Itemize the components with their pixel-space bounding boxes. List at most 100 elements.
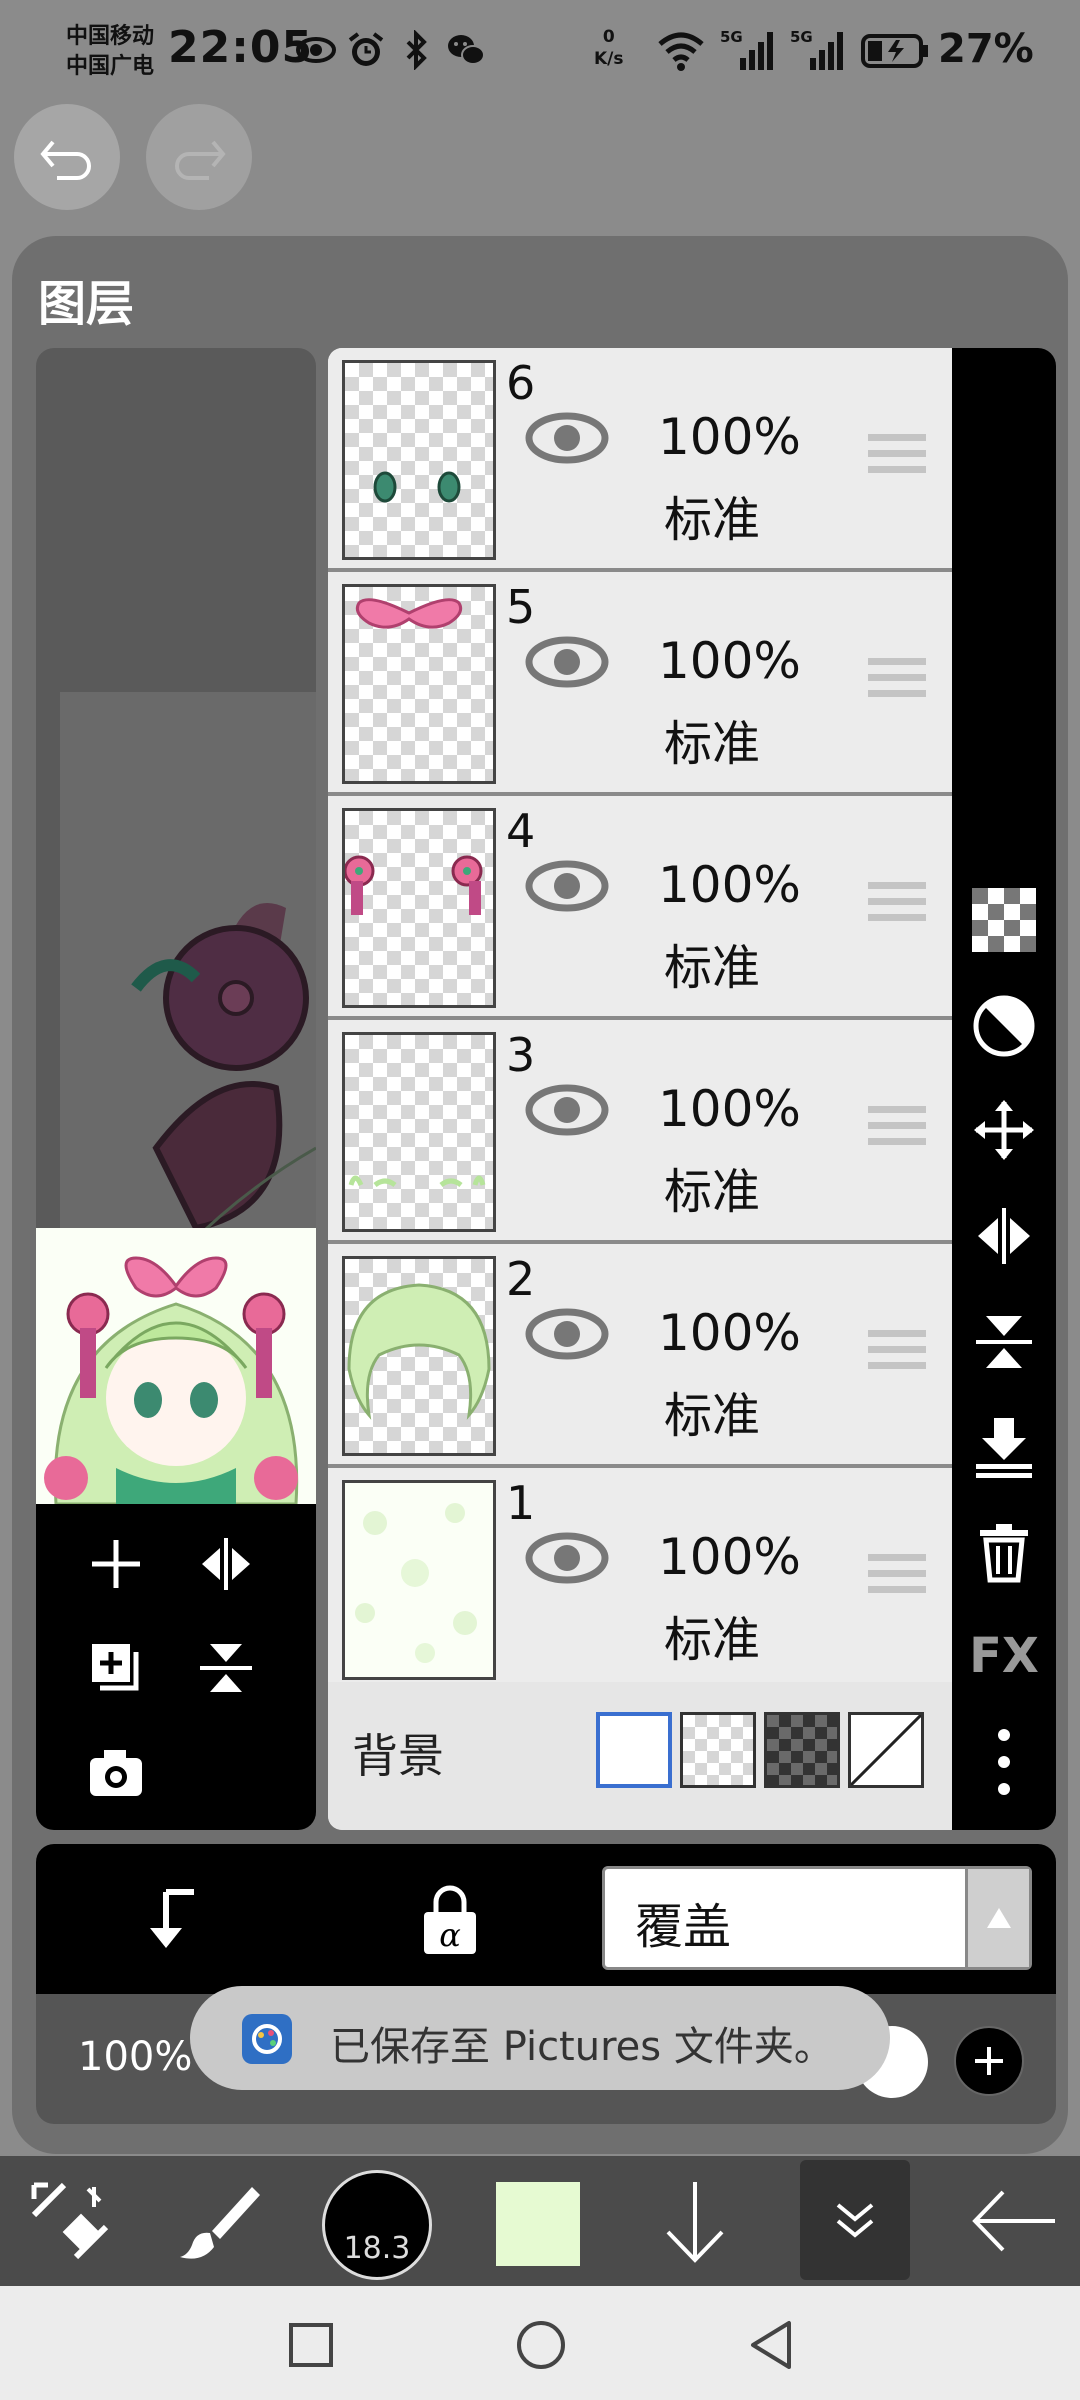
flip-horizontal-icon bbox=[202, 1538, 250, 1590]
delete-layer-button[interactable] bbox=[968, 1516, 1040, 1588]
panel-title: 图层 bbox=[38, 276, 135, 332]
drag-handle-icon[interactable] bbox=[868, 1102, 926, 1150]
add-layer-button[interactable] bbox=[76, 1524, 156, 1604]
collapse-panel-button[interactable] bbox=[800, 2160, 910, 2280]
move-arrows-icon bbox=[974, 1100, 1034, 1160]
flip-vertical-layer-button[interactable] bbox=[968, 1306, 1040, 1378]
fx-label: FX bbox=[969, 1628, 1039, 1684]
net-speed: 0 K/s bbox=[594, 26, 624, 70]
more-options-button[interactable] bbox=[968, 1726, 1040, 1798]
background-none-swatch[interactable] bbox=[848, 1712, 924, 1788]
carrier-info: 中国移动 中国广电 bbox=[66, 22, 154, 82]
alpha-lock-button[interactable]: α bbox=[410, 1880, 490, 1964]
layer-number: 2 bbox=[506, 1252, 536, 1306]
character-thumbnail bbox=[36, 1228, 316, 1504]
layer-blend-mode: 标准 bbox=[664, 940, 761, 996]
layer-number: 6 bbox=[506, 356, 536, 410]
brush-icon bbox=[180, 2187, 260, 2259]
layer-blend-mode: 标准 bbox=[664, 1388, 761, 1444]
layer-opacity: 100% bbox=[658, 1080, 801, 1138]
background-row: 背景 bbox=[328, 1682, 952, 1830]
flip-horizontal-layer-button[interactable] bbox=[968, 1200, 1040, 1272]
transform-tool-button[interactable] bbox=[20, 2164, 120, 2278]
layer-row[interactable]: 4 100% 标准 bbox=[328, 796, 952, 1020]
recents-button[interactable] bbox=[276, 2310, 346, 2380]
home-button[interactable] bbox=[506, 2310, 576, 2380]
visibility-eye-icon[interactable] bbox=[524, 1304, 610, 1364]
layer-row[interactable]: 3 100% 标准 bbox=[328, 1020, 952, 1244]
trash-icon bbox=[980, 1524, 1028, 1583]
drag-handle-icon[interactable] bbox=[868, 1326, 926, 1374]
battery-percent: 27% bbox=[938, 26, 1034, 72]
color-swatch[interactable] bbox=[496, 2182, 580, 2266]
triangle-up-icon bbox=[986, 1908, 1011, 1928]
blend-mode-select[interactable]: 覆盖 bbox=[602, 1866, 1032, 1970]
background-transparent-dark-swatch[interactable] bbox=[764, 1712, 840, 1788]
move-button[interactable] bbox=[968, 1094, 1040, 1166]
opacity-plus-button[interactable] bbox=[954, 2026, 1024, 2096]
layer-row[interactable]: 6 100% 标准 bbox=[328, 348, 952, 572]
right-toolbox: FX bbox=[952, 348, 1056, 1830]
layer-row[interactable]: 2 100% 标准 bbox=[328, 1244, 952, 1468]
system-nav-bar bbox=[0, 2286, 1080, 2400]
layer-blend-mode: 标准 bbox=[664, 492, 761, 548]
visibility-eye-icon[interactable] bbox=[524, 632, 610, 692]
square-icon bbox=[289, 2323, 333, 2367]
layer-thumbnail bbox=[342, 584, 496, 784]
duplicate-layer-button[interactable] bbox=[76, 1628, 156, 1708]
flip-horizontal-icon bbox=[978, 1208, 1030, 1264]
layer-panel: 图层 6 100% 标准 5 100% 标准 4 100% 标准 3 100% … bbox=[12, 236, 1068, 2154]
carrier-line1: 中国移动 bbox=[66, 24, 155, 49]
duplicate-icon bbox=[92, 1644, 139, 1691]
brush-tool-button[interactable] bbox=[168, 2164, 268, 2278]
blend-mode-dropdown-button[interactable] bbox=[965, 1869, 1029, 1967]
layer-opacity: 100% bbox=[658, 1528, 801, 1586]
layer-thumbnail bbox=[342, 808, 496, 1008]
flip-horizontal-canvas-button[interactable] bbox=[186, 1524, 266, 1604]
fx-button[interactable]: FX bbox=[968, 1620, 1040, 1692]
brush-size-button[interactable]: 18.3 bbox=[322, 2170, 432, 2280]
system-back-button[interactable] bbox=[736, 2310, 806, 2380]
merge-down-icon bbox=[976, 1418, 1032, 1478]
visibility-eye-icon[interactable] bbox=[524, 856, 610, 916]
layer-thumbnail bbox=[342, 1256, 496, 1456]
clip-layer-button[interactable] bbox=[136, 1880, 216, 1964]
layer-row[interactable]: 5 100% 标准 bbox=[328, 572, 952, 796]
drag-handle-icon[interactable] bbox=[868, 430, 926, 478]
signal2-icon: 5G bbox=[790, 28, 846, 72]
net-speed-unit: K/s bbox=[594, 49, 624, 69]
back-button[interactable] bbox=[964, 2164, 1064, 2278]
carrier-line2: 中国广电 bbox=[66, 54, 155, 79]
redo-button[interactable] bbox=[146, 104, 252, 210]
clipping-button[interactable] bbox=[968, 990, 1040, 1062]
blend-mode-value: 覆盖 bbox=[635, 1899, 732, 1955]
clip-arrow-icon bbox=[150, 1889, 194, 1948]
drag-handle-icon[interactable] bbox=[868, 654, 926, 702]
status-icons-left bbox=[296, 30, 486, 70]
camera-button[interactable] bbox=[76, 1732, 156, 1812]
layer-list: 6 100% 标准 5 100% 标准 4 100% 标准 3 100% 标准 … bbox=[328, 348, 952, 1830]
merge-down-button[interactable] bbox=[968, 1410, 1040, 1482]
layer-blend-mode: 标准 bbox=[664, 716, 761, 772]
layer-number: 3 bbox=[506, 1028, 536, 1082]
background-white-swatch[interactable] bbox=[596, 1712, 672, 1788]
drag-handle-icon[interactable] bbox=[868, 1550, 926, 1598]
canvas-thumbnail bbox=[36, 1228, 316, 1504]
layer-down-button[interactable] bbox=[650, 2164, 740, 2278]
layer-opacity: 100% bbox=[658, 632, 801, 690]
flip-vertical-canvas-button[interactable] bbox=[186, 1628, 266, 1708]
background-transparent-light-swatch[interactable] bbox=[680, 1712, 756, 1788]
eye-icon bbox=[296, 37, 336, 63]
undo-button[interactable] bbox=[14, 104, 120, 210]
plus-icon bbox=[975, 2047, 1003, 2075]
layer-number: 5 bbox=[506, 580, 536, 634]
visibility-eye-icon[interactable] bbox=[524, 1080, 610, 1140]
drag-handle-icon[interactable] bbox=[868, 878, 926, 926]
toast-message: 已保存至 Pictures 文件夹。 bbox=[330, 2024, 834, 2070]
visibility-eye-icon[interactable] bbox=[524, 408, 610, 468]
layer-row[interactable]: 1 100% 标准 bbox=[328, 1468, 952, 1692]
transparency-button[interactable] bbox=[968, 884, 1040, 956]
undo-icon bbox=[40, 140, 91, 180]
blend-bar: α 覆盖 bbox=[36, 1844, 1056, 1994]
visibility-eye-icon[interactable] bbox=[524, 1528, 610, 1588]
